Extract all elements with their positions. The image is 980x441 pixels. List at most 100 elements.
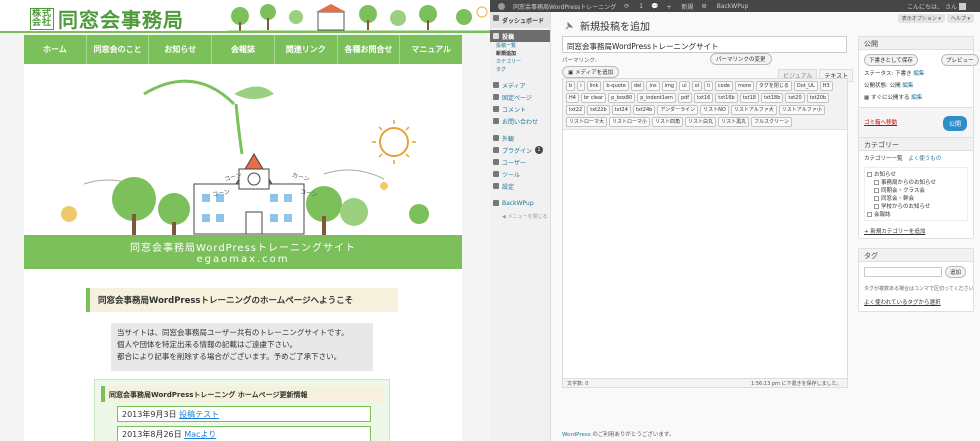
checkbox[interactable] [874,204,879,209]
edit-status-link[interactable]: 編集 [913,71,924,77]
menu-posts[interactable]: 投稿 [490,30,550,42]
edit-visibility-link[interactable]: 編集 [902,83,913,89]
quicktag-button[interactable]: リスト白丸 [685,117,717,127]
quicktag-button[interactable]: txt24 [611,105,631,115]
tab-popular-categories[interactable]: よく使うもの [908,156,941,162]
change-permalink-button[interactable]: パーマリンクの変更 [710,53,772,65]
quicktag-button[interactable]: タグを閉じる [755,81,792,91]
quicktag-button[interactable]: txt16 [694,93,714,103]
menu-appearance[interactable]: 外観 [490,132,550,144]
quicktag-button[interactable]: リストアルファ小 [778,105,825,115]
save-draft-button[interactable]: 下書きとして保存 [864,54,918,66]
popular-tags-link[interactable]: よく使われているタグから選択 [864,298,941,306]
quicktag-button[interactable]: txt20 [785,93,805,103]
checkbox[interactable] [867,172,872,177]
quicktag-button[interactable]: リストローマ小 [609,117,651,127]
tab-all-categories[interactable]: カテゴリー一覧 [864,156,903,162]
quicktag-button[interactable]: ol [691,81,703,91]
nav-links[interactable]: 関連リンク [275,35,338,64]
add-tag-button[interactable]: 追加 [945,266,967,278]
tag-input[interactable] [864,267,942,277]
quicktag-button[interactable]: リスト四角 [652,117,684,127]
new-menu[interactable]: + 新規 [666,2,693,11]
quicktag-button[interactable]: i [577,81,585,91]
checkbox[interactable] [874,180,879,185]
news-link[interactable]: 投稿テスト [179,410,219,419]
quicktag-button[interactable]: li [704,81,713,91]
screen-options-button[interactable]: 表示オプション ▾ [897,14,945,23]
menu-pages[interactable]: 固定ページ [490,91,550,103]
menu-settings[interactable]: 設定 [490,180,550,192]
quicktag-button[interactable]: アンダーライン [657,105,699,115]
footer-wordpress-link[interactable]: WordPress [562,432,591,438]
nav-contact[interactable]: 各種お問合せ [338,35,401,64]
category-item[interactable]: お知らせ [867,170,965,178]
quicktag-button[interactable]: txt20b [806,93,830,103]
menu-backwpup[interactable]: BackWPup [490,197,550,209]
quicktag-button[interactable]: txt24b [632,105,656,115]
checkbox[interactable] [874,196,879,201]
preview-button[interactable]: プレビュー [941,54,979,66]
quicktag-button[interactable]: リストローマ大 [566,117,608,127]
submenu-tags[interactable]: タグ [490,66,550,74]
nav-home[interactable]: ホーム [24,35,87,64]
help-button[interactable]: ヘルプ ▾ [946,14,974,23]
trash-link[interactable]: ゴミ箱へ移動 [864,118,897,126]
site-logo[interactable]: 株式会社 同窓会事務局 [30,4,184,33]
nav-bulletin[interactable]: 会報誌 [212,35,275,64]
nav-news[interactable]: お知らせ [149,35,213,64]
quicktag-button[interactable]: txt16b [715,93,738,103]
menu-media[interactable]: メディア [490,79,550,91]
wordpress-logo-icon[interactable] [498,2,505,10]
menu-plugins[interactable]: プラグイン 1 [490,144,550,156]
quicktag-button[interactable]: リストアルファ大 [730,105,777,115]
quicktag-button[interactable]: txt18b [760,93,784,103]
quicktag-button[interactable]: Dot_UL [793,81,818,91]
account-menu[interactable]: こんにちは、 さん [899,0,966,12]
quicktag-button[interactable]: txt18 [739,93,759,103]
menu-dashboard[interactable]: ダッシュボード [490,12,550,28]
quicktag-button[interactable]: p_indent1em [637,93,676,103]
add-category-link[interactable]: + 新規カテゴリーを追加 [864,227,925,235]
collapse-menu[interactable]: ◀ メニューを閉じる [490,213,550,220]
menu-tools[interactable]: ツール [490,168,550,180]
menu-comments[interactable]: コメント [490,103,550,115]
checkbox[interactable] [874,188,879,193]
admin-bar-site[interactable]: 同窓会事務局WordPressトレーニング [513,2,616,11]
quicktag-button[interactable]: img [661,81,678,91]
quicktag-button[interactable]: txt22b [587,105,610,115]
category-item[interactable]: 同窓会・幹会 [867,194,965,202]
quicktag-button[interactable]: フルスクリーン [751,117,792,127]
quicktag-button[interactable]: more [734,81,754,91]
quicktag-button[interactable]: リストNO [700,105,729,115]
quicktag-button[interactable]: b [566,81,576,91]
quicktag-button[interactable]: H4 [566,93,579,103]
news-link[interactable]: Macより [184,430,216,439]
editor-textarea[interactable] [563,130,847,370]
category-item[interactable]: 同期会・クラス会 [867,186,965,194]
content-editor[interactable]: b i link b-quote del ins img ul ol li code more タグを閉… [562,78,848,388]
submenu-add-new[interactable]: 新規追加 [490,50,550,58]
updates-icon[interactable]: ⟳ 1 [624,3,643,10]
menu-users[interactable]: ユーザー [490,156,550,168]
quicktag-button[interactable]: b-quote [603,81,629,91]
menu-inquiries[interactable]: お問い合わせ [490,115,550,127]
submenu-categories[interactable]: カテゴリー [490,58,550,66]
comments-icon[interactable]: 💬 [651,3,658,10]
category-item[interactable]: 事務局からのお知らせ [867,178,965,186]
checkbox[interactable] [867,212,872,217]
category-item[interactable]: 会報誌 [867,210,965,218]
backwpup-icon[interactable]: ⚙ BackWPup [701,3,748,10]
quicktag-button[interactable]: txt22 [566,105,586,115]
publish-button[interactable]: 公開 [942,116,967,131]
quicktag-button[interactable]: ins [646,81,660,91]
nav-manual[interactable]: マニュアル [400,35,462,64]
quicktag-button[interactable]: pdf [677,93,693,103]
quicktag-button[interactable]: del [630,81,645,91]
quicktag-button[interactable]: p_box80 [608,93,636,103]
quicktag-button[interactable]: H3 [819,81,833,91]
quicktag-button[interactable]: link [586,81,602,91]
add-media-button[interactable]: ▣ メディアを追加 [562,66,620,78]
nav-about[interactable]: 同窓会のこと [87,35,150,64]
edit-schedule-link[interactable]: 編集 [911,95,922,101]
